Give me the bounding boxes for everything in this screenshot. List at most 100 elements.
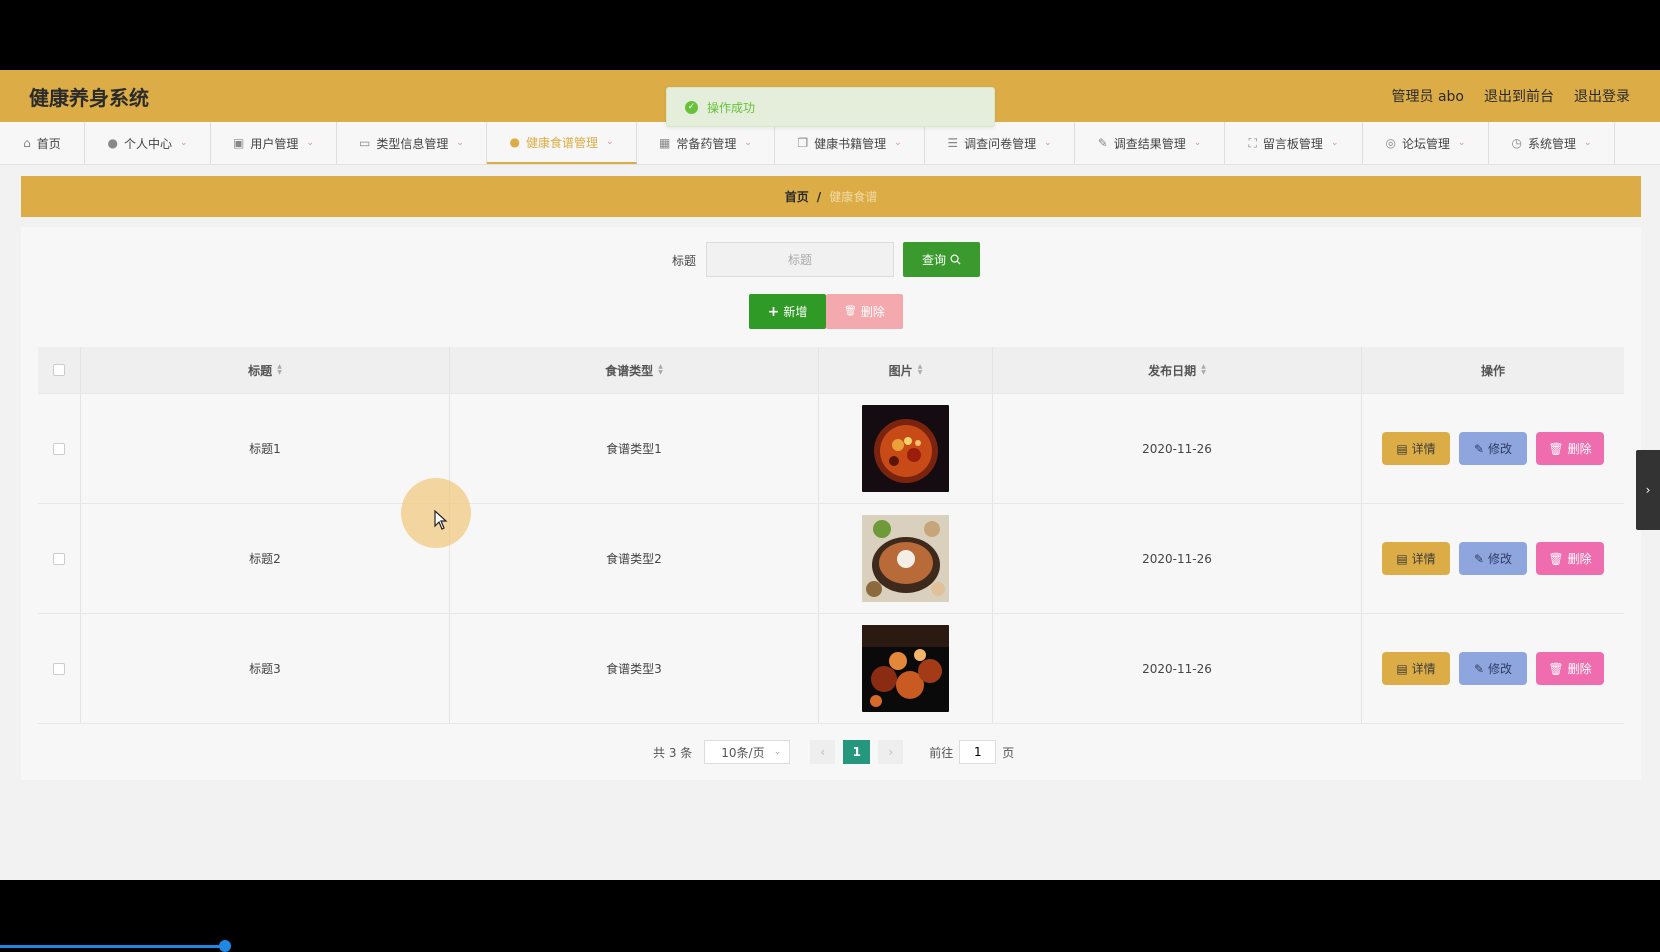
header-links: 管理员 abo 退出到前台 退出登录 (1392, 86, 1630, 106)
nav-item-1[interactable]: ● 个人中心 ⌄ (85, 122, 211, 164)
search-label: 标题 (672, 254, 697, 268)
cell-title: 标题2 (81, 504, 450, 613)
row-actions: ▤ 详情 ✎ 修改 🗑 删除 (1382, 432, 1604, 465)
nav-item-label: 调查结果管理 (1113, 136, 1186, 151)
sort-icon[interactable]: ▲ ▼ (658, 364, 663, 376)
sort-icon[interactable]: ▲ ▼ (918, 364, 923, 376)
chevron-down-icon: ⌄ (456, 138, 464, 148)
row-checkbox[interactable] (53, 662, 65, 675)
cell-image (819, 394, 993, 503)
cell-title: 标题3 (81, 614, 450, 723)
header-date[interactable]: 发布日期 ▲ ▼ (993, 347, 1362, 393)
document-icon: ▤ (1396, 551, 1408, 566)
row-actions: ▤ 详情 ✎ 修改 🗑 删除 (1382, 652, 1604, 685)
sort-icon[interactable]: ▲ ▼ (277, 364, 282, 376)
clock-icon: ◷ (1511, 136, 1522, 150)
edit-button[interactable]: ✎ 修改 (1459, 652, 1527, 685)
delete-button[interactable]: 🗑 删除 (1536, 542, 1604, 575)
nav-item-label: 健康书籍管理 (814, 136, 887, 151)
header-title-label: 标题 (248, 363, 273, 378)
chevron-down-icon: ⌄ (605, 137, 614, 147)
cell-image (819, 504, 993, 613)
row-checkbox[interactable] (53, 552, 65, 565)
row-actions: ▤ 详情 ✎ 修改 🗑 删除 (1382, 542, 1604, 575)
pagination: 共 3 条 10条/页 ⌄ ‹ 1 › 前往 页 (653, 740, 1014, 764)
goto-suffix: 页 (1002, 745, 1015, 760)
detail-button[interactable]: ▤ 详情 (1382, 432, 1450, 465)
nav-item-0[interactable]: ⌂ 首页 (0, 122, 85, 164)
check-circle-icon: ✓ (685, 100, 698, 114)
video-progress-handle[interactable] (219, 940, 231, 952)
header-title[interactable]: 标题 ▲ ▼ (81, 347, 450, 393)
cell-ops: ▤ 详情 ✎ 修改 🗑 删除 (1362, 504, 1624, 613)
nav-item-label: 论坛管理 (1401, 136, 1450, 151)
pencil-icon: ✎ (1473, 441, 1485, 456)
cell-type-text: 食谱类型3 (606, 662, 662, 676)
content-panel: 标题 查询 + 新增 🗑 删除 标题 ▲▼ 食谱类型 ▲▼ 图片 ▲▼ 发布日期 ▲▼ … (21, 227, 1641, 780)
header-type-label: 食谱类型 (605, 363, 654, 378)
nav-item-2[interactable]: ▣ 用户管理 ⌄ (211, 122, 337, 164)
add-button[interactable]: + 新增 (749, 294, 826, 329)
cell-date-text: 2020-11-26 (1142, 551, 1212, 566)
chevron-down-icon: ⌄ (1330, 138, 1339, 148)
user-icon: ● (509, 135, 520, 149)
edit-label: 修改 (1488, 552, 1513, 566)
nav-item-7[interactable]: ☰ 调查问卷管理 ⌄ (925, 122, 1075, 164)
nav-item-5[interactable]: ▦ 常备药管理 ⌄ (637, 122, 775, 164)
select-all-checkbox[interactable] (53, 364, 65, 376)
chevron-down-icon: ⌄ (1583, 138, 1592, 148)
side-drawer-toggle[interactable]: › (1636, 450, 1660, 530)
header-checkbox-cell (38, 347, 81, 393)
logout-link[interactable]: 退出登录 (1574, 86, 1630, 106)
goto-page-input[interactable] (959, 740, 997, 764)
edit-label: 修改 (1488, 662, 1513, 676)
breadcrumb-home[interactable]: 首页 (785, 188, 809, 205)
nav-item-6[interactable]: ❐ 健康书籍管理 ⌄ (775, 122, 925, 164)
edit-icon: ✎ (1097, 136, 1108, 150)
trash-icon: 🗑 (1548, 551, 1564, 566)
edit-button[interactable]: ✎ 修改 (1459, 542, 1527, 575)
cell-title-text: 标题2 (249, 552, 281, 566)
nav-item-4[interactable]: ● 健康食谱管理 ⌄ (487, 122, 637, 164)
detail-button[interactable]: ▤ 详情 (1382, 652, 1450, 685)
batch-delete-label: 删除 (860, 305, 885, 319)
sort-icon[interactable]: ▲ ▼ (1201, 364, 1206, 376)
grid-icon: ▦ (659, 136, 671, 150)
nav-item-9[interactable]: ⛶ 留言板管理 ⌄ (1225, 122, 1363, 164)
delete-button[interactable]: 🗑 删除 (1536, 432, 1604, 465)
cell-title-text: 标题3 (249, 662, 281, 676)
batch-delete-button[interactable]: 🗑 删除 (826, 294, 903, 329)
nav-item-3[interactable]: ▭ 类型信息管理 ⌄ (337, 122, 487, 164)
exit-to-front-link[interactable]: 退出到前台 (1484, 86, 1554, 106)
video-progress-bar[interactable] (0, 945, 225, 948)
detail-button[interactable]: ▤ 详情 (1382, 542, 1450, 575)
add-button-label: 新增 (783, 305, 808, 319)
pagination-total: 共 3 条 (653, 745, 693, 760)
recipe-image (862, 515, 949, 602)
query-button-label: 查询 (921, 253, 946, 267)
page-number-current[interactable]: 1 (843, 740, 871, 764)
expand-icon: ⛶ (1248, 135, 1257, 150)
title-search-input[interactable] (706, 242, 894, 277)
row-checkbox[interactable] (53, 442, 65, 455)
prev-page-button[interactable]: ‹ (810, 740, 836, 764)
cell-type: 食谱类型2 (450, 504, 819, 613)
edit-button[interactable]: ✎ 修改 (1459, 432, 1527, 465)
page-size-value: 10条/页 (721, 745, 765, 760)
cell-date: 2020-11-26 (993, 614, 1362, 723)
success-toast: ✓ 操作成功 (666, 87, 995, 127)
main-nav: ⌂ 首页 ● 个人中心 ⌄ ▣ 用户管理 ⌄ ▭ 类型信息管理 ⌄ ● 健康食谱管理 ⌄ ▦ 常备药管理 ⌄ ❐ 健… (0, 122, 1660, 165)
header-image[interactable]: 图片 ▲ ▼ (819, 347, 993, 393)
next-page-button[interactable]: › (878, 740, 904, 764)
query-button[interactable]: 查询 (903, 242, 980, 277)
goto-prefix: 前往 (929, 745, 954, 760)
cell-type: 食谱类型1 (450, 394, 819, 503)
header-type[interactable]: 食谱类型 ▲ ▼ (450, 347, 819, 393)
nav-item-10[interactable]: ◎ 论坛管理 ⌄ (1363, 122, 1489, 164)
delete-button[interactable]: 🗑 删除 (1536, 652, 1604, 685)
page-size-select[interactable]: 10条/页 ⌄ (704, 740, 791, 764)
nav-item-8[interactable]: ✎ 调查结果管理 ⌄ (1075, 122, 1225, 164)
admin-user-link[interactable]: 管理员 abo (1392, 86, 1464, 106)
row-checkbox-cell (38, 504, 81, 613)
nav-item-11[interactable]: ◷ 系统管理 ⌄ (1489, 122, 1615, 164)
